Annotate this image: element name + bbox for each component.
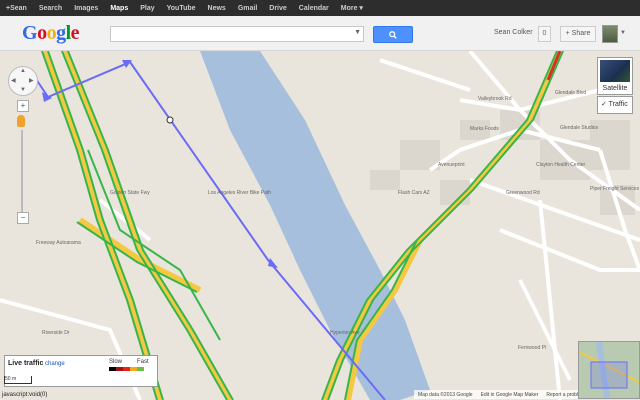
gbar-item-gmail[interactable]: Gmail <box>232 5 263 12</box>
overview-viewport[interactable] <box>590 361 628 389</box>
maps-header: Google ▼ Sean Colker 0 + Share ▼ <box>0 16 640 51</box>
search-input[interactable]: ▼ <box>110 26 364 42</box>
gbar-item-more[interactable]: More ▾ <box>335 4 369 12</box>
search-button[interactable] <box>373 26 413 43</box>
user-name[interactable]: Sean Colker <box>494 29 533 36</box>
map-label: Hyperion Ave <box>330 330 360 336</box>
pan-right-icon[interactable]: ▶ <box>29 77 34 84</box>
scale-bar: 50 m <box>4 376 32 384</box>
logo-letter: G <box>22 22 38 44</box>
gbar-item-calendar[interactable]: Calendar <box>293 5 335 12</box>
gbar-item-maps[interactable]: Maps <box>104 5 134 12</box>
pan-down-icon[interactable]: ▼ <box>20 87 26 93</box>
gbar-item-news[interactable]: News <box>202 5 232 12</box>
gbar-item-youtube[interactable]: YouTube <box>161 5 202 12</box>
avatar[interactable] <box>602 25 618 43</box>
status-url: javascript:void(0) <box>2 392 48 398</box>
legend-swatch <box>116 367 123 371</box>
scale-label: 50 m <box>5 376 17 382</box>
map-label: Flash Cars AZ <box>398 190 430 196</box>
map-label: Golden State Fwy <box>110 190 150 196</box>
share-button[interactable]: + Share <box>560 26 596 42</box>
search-icon <box>389 30 397 39</box>
gbar-item-search[interactable]: Search <box>33 5 68 12</box>
google-logo[interactable]: Google <box>22 22 80 45</box>
legend-swatch <box>109 367 116 371</box>
zoom-out-button[interactable]: − <box>17 212 29 224</box>
traffic-button[interactable]: ✓ Traffic <box>597 96 633 114</box>
gbar-item-images[interactable]: Images <box>68 5 104 12</box>
map-label: Los Angeles River Bike Path <box>208 190 272 196</box>
logo-letter: o <box>37 22 47 44</box>
route-waypoint[interactable] <box>166 116 174 124</box>
chevron-down-icon[interactable]: ▼ <box>354 29 361 36</box>
logo-letter: g <box>56 22 66 44</box>
map-label: Glendale Studios <box>560 125 599 131</box>
map-label: Glendale Blvd <box>555 90 587 96</box>
edit-map-maker-link[interactable]: Edit in Google Map Maker <box>477 392 543 398</box>
satellite-label: Satellite <box>602 85 628 92</box>
legend-fast-label: Fast <box>137 359 149 365</box>
google-bar: +Sean Search Images Maps Play YouTube Ne… <box>0 0 640 16</box>
legend-title: Live traffic <box>8 360 44 367</box>
pegman-icon[interactable] <box>17 115 25 127</box>
notification-count[interactable]: 0 <box>538 26 551 42</box>
logo-letter: e <box>70 22 80 44</box>
legend-change-link[interactable]: change <box>45 361 65 367</box>
zoom-slider[interactable] <box>21 130 23 214</box>
zoom-in-button[interactable]: + <box>17 100 29 112</box>
legend-swatch <box>123 367 130 371</box>
attribution: Map data ©2013 Google <box>418 391 473 398</box>
legend-slow-label: Slow <box>109 359 123 365</box>
legend-swatch <box>130 367 137 371</box>
overview-graphic <box>579 342 639 398</box>
overview-map[interactable] <box>578 341 640 399</box>
map-label: Marks Foods <box>470 126 499 132</box>
pan-control[interactable]: ▲ ▼ ◀ ▶ <box>8 66 38 96</box>
map-label: Freeway Autoarama <box>36 240 81 246</box>
pan-left-icon[interactable]: ◀ <box>11 77 16 84</box>
map-footer: Map data ©2013 Google Edit in Google Map… <box>414 390 590 399</box>
traffic-label: ✓ Traffic <box>601 101 628 108</box>
map-label: Valleybrook Rd <box>478 96 512 102</box>
map-label: Greenwood Rd <box>506 190 540 196</box>
pan-up-icon[interactable]: ▲ <box>20 68 26 74</box>
chevron-down-icon[interactable]: ▼ <box>620 30 626 36</box>
gbar-item-profile[interactable]: +Sean <box>0 5 33 12</box>
map-label: Riverside Dr <box>42 330 70 336</box>
satellite-thumbnail <box>600 60 630 82</box>
gbar-item-play[interactable]: Play <box>134 5 160 12</box>
logo-letter: o <box>46 22 57 44</box>
map-label: Fernwood Pl <box>518 345 547 351</box>
legend-swatch <box>137 367 144 371</box>
gbar-item-drive[interactable]: Drive <box>263 5 293 12</box>
map-label: Clayton Health Center <box>536 162 586 168</box>
map-label: Piper Freight Services <box>590 186 640 192</box>
map-label: Avenueprint <box>438 162 465 168</box>
satellite-button[interactable]: Satellite <box>597 57 633 95</box>
